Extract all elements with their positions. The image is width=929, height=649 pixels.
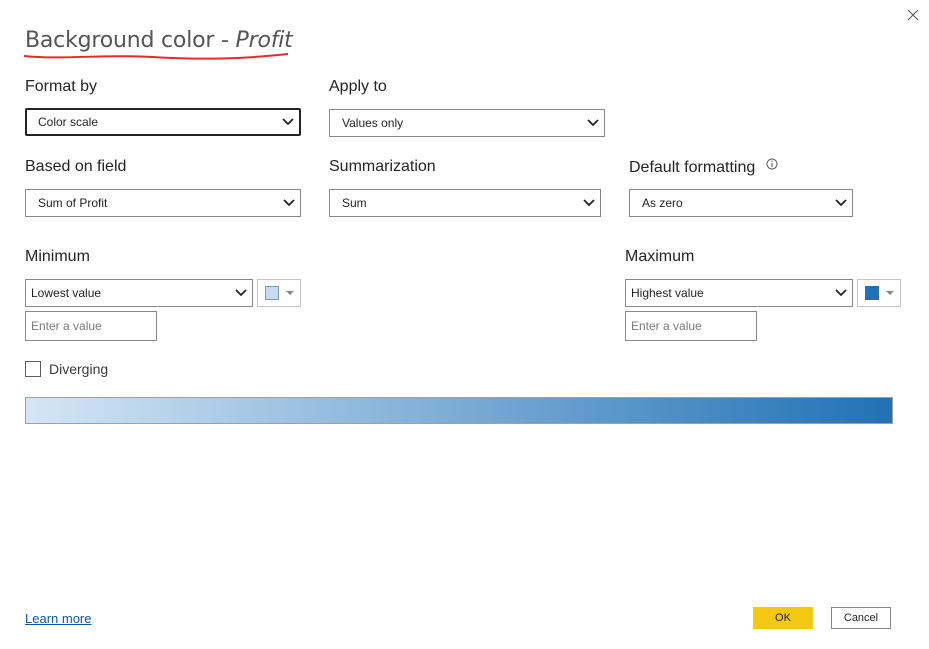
summarization-label: Summarization	[329, 158, 436, 175]
format-by-label: Format by	[25, 78, 98, 95]
based-on-field-value: Sum of Profit	[38, 196, 108, 210]
ok-button[interactable]: OK	[753, 607, 813, 629]
format-by-value: Color scale	[38, 115, 99, 129]
learn-more-link[interactable]: Learn more	[25, 611, 91, 626]
apply-to-value: Values only	[342, 116, 404, 130]
caret-down-icon	[886, 291, 894, 295]
default-formatting-select[interactable]: As zero	[629, 189, 853, 217]
minimum-select[interactable]: Lowest value	[25, 279, 253, 307]
chevron-down-icon	[278, 190, 300, 216]
diverging-label: Diverging	[49, 361, 109, 377]
based-on-field-label: Based on field	[25, 158, 127, 175]
summarization-select[interactable]: Sum	[329, 189, 601, 217]
minimum-label: Minimum	[25, 248, 90, 265]
chevron-down-icon	[582, 110, 604, 136]
chevron-down-icon	[230, 280, 252, 306]
chevron-down-icon	[830, 190, 852, 216]
chevron-down-icon	[830, 280, 852, 306]
close-icon	[907, 9, 919, 21]
minimum-value: Lowest value	[31, 286, 102, 300]
diverging-checkbox[interactable]	[25, 361, 41, 377]
default-formatting-value: As zero	[642, 196, 683, 210]
dialog-title: Background color - Profit	[25, 28, 293, 53]
info-icon[interactable]	[766, 158, 778, 170]
maximum-value: Highest value	[631, 286, 704, 300]
minimum-value-input[interactable]	[25, 311, 157, 341]
title-underline-annotation	[23, 53, 289, 60]
apply-to-label: Apply to	[329, 78, 387, 95]
dialog-title-field: Profit	[235, 28, 293, 53]
minimum-color-swatch	[265, 286, 279, 300]
apply-to-select[interactable]: Values only	[329, 109, 605, 137]
cancel-button[interactable]: Cancel	[831, 607, 891, 629]
based-on-field-select[interactable]: Sum of Profit	[25, 189, 301, 217]
minimum-color-picker[interactable]	[257, 279, 301, 307]
maximum-select[interactable]: Highest value	[625, 279, 853, 307]
dialog-title-prefix: Background color -	[25, 28, 236, 53]
color-scale-preview	[25, 397, 893, 424]
summarization-value: Sum	[342, 196, 367, 210]
caret-down-icon	[286, 291, 294, 295]
maximum-label: Maximum	[625, 248, 695, 265]
close-button[interactable]	[903, 5, 923, 25]
default-formatting-label: Default formatting	[629, 158, 778, 177]
default-formatting-text: Default formatting	[629, 159, 756, 176]
chevron-down-icon	[277, 110, 299, 134]
format-by-select[interactable]: Color scale	[25, 108, 301, 136]
chevron-down-icon	[578, 190, 600, 216]
maximum-value-input[interactable]	[625, 311, 757, 341]
maximum-color-picker[interactable]	[857, 279, 901, 307]
maximum-color-swatch	[865, 286, 879, 300]
